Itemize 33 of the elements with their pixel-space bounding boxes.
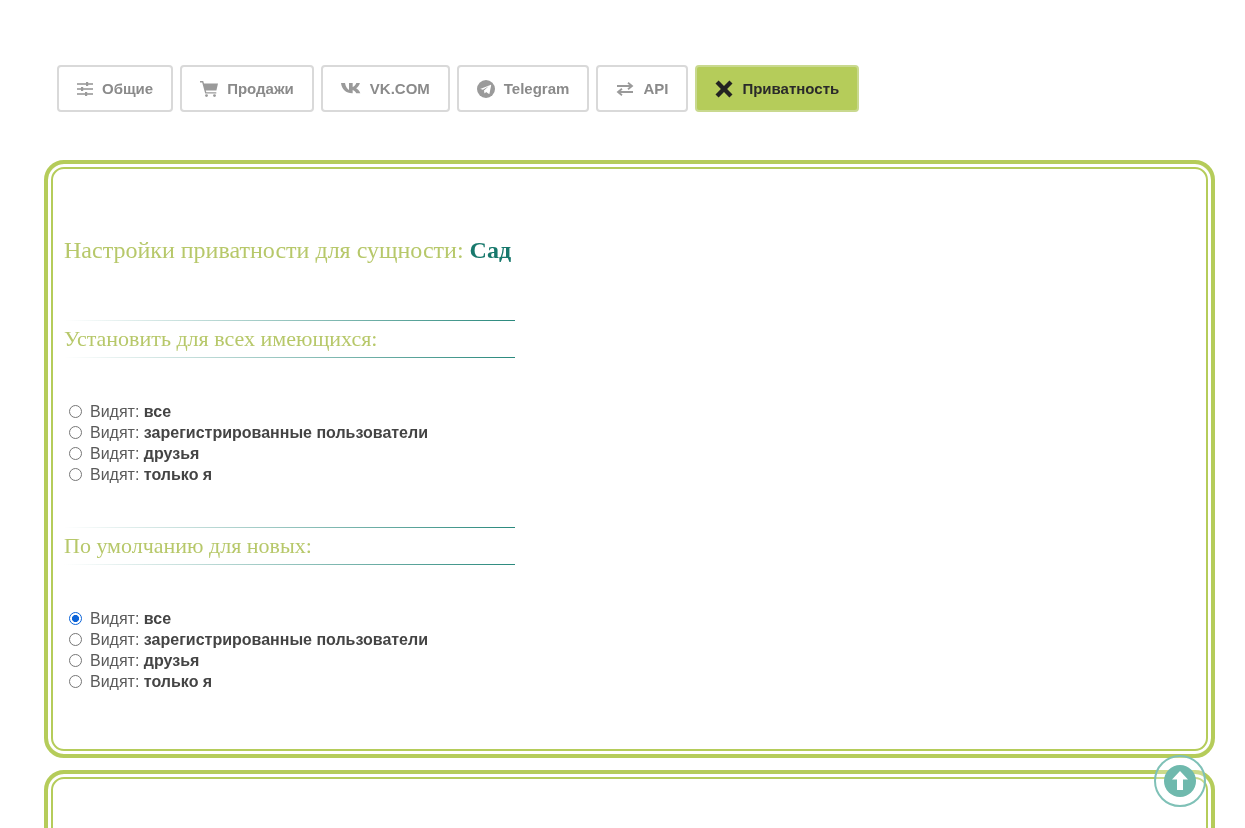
option-label: Видят: друзья bbox=[90, 444, 200, 463]
tab[interactable]: API bbox=[596, 65, 689, 112]
paper-plane-icon bbox=[476, 79, 495, 98]
cross-icon bbox=[715, 79, 734, 98]
section-heading: Установить для всех имеющихся: bbox=[64, 325, 379, 353]
option-label: Видят: зарегистрированные пользователи bbox=[90, 630, 428, 649]
radio-button[interactable] bbox=[69, 426, 82, 439]
radio-button[interactable] bbox=[69, 447, 82, 460]
tab[interactable]: Telegram bbox=[456, 65, 590, 112]
option-label: Видят: зарегистрированные пользователи bbox=[90, 423, 428, 442]
option-label: Видят: только я bbox=[90, 672, 213, 691]
radio-button[interactable] bbox=[69, 675, 82, 688]
scroll-top-button[interactable] bbox=[1154, 755, 1206, 807]
tab[interactable]: VK.COM bbox=[320, 65, 450, 112]
panel-title: Настройки приватности для сущности: Сад bbox=[64, 236, 513, 264]
tab[interactable]: Общие bbox=[57, 65, 174, 112]
option-label: Видят: только я bbox=[90, 465, 213, 484]
radio-button[interactable] bbox=[69, 633, 82, 646]
option-label: Видят: друзья bbox=[90, 651, 200, 670]
logo-icon bbox=[340, 83, 361, 94]
radio-button[interactable] bbox=[69, 612, 82, 625]
arrow-up-icon bbox=[1164, 765, 1196, 797]
tab[interactable]: Приватность bbox=[695, 65, 860, 112]
tab[interactable]: Продажи bbox=[180, 65, 314, 112]
radio-button[interactable] bbox=[69, 468, 82, 481]
option-label: Видят: все bbox=[90, 402, 172, 421]
option-label: Видят: все bbox=[90, 609, 172, 628]
radio-button[interactable] bbox=[69, 405, 82, 418]
radio-button[interactable] bbox=[69, 654, 82, 667]
cart-icon bbox=[200, 80, 219, 97]
section-heading: По умолчанию для новых: bbox=[64, 532, 313, 560]
sliders-icon bbox=[77, 81, 93, 96]
swap-arrows-icon bbox=[616, 81, 635, 96]
